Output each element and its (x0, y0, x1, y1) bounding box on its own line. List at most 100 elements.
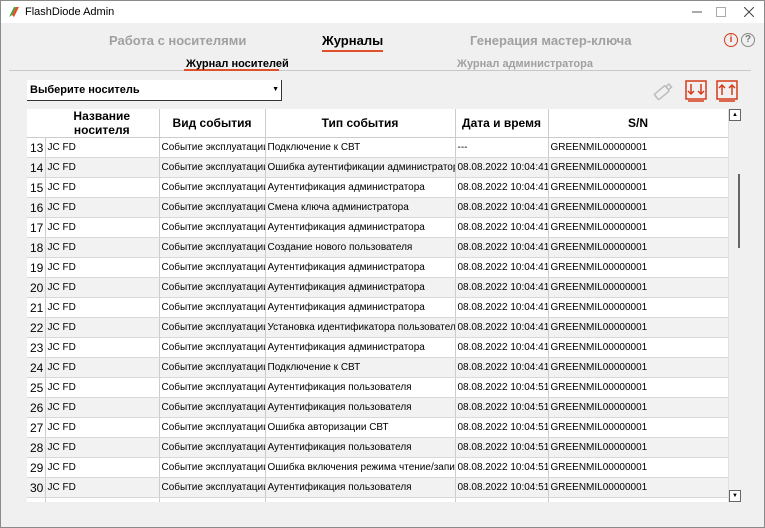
scroll-down-button[interactable]: ▼ (729, 490, 741, 502)
serial-cell: GREENMIL00000001 (548, 197, 729, 218)
table-row[interactable]: 19 JC FD Событие эксплуатации Аутентификаци… (27, 257, 729, 278)
row-index: 25 (27, 377, 46, 398)
datetime-cell: 08.08.2022 10:04:41 (455, 257, 549, 278)
event-type-cell: Подключение к СВТ (265, 357, 456, 378)
table-row[interactable]: 28 JC FD Событие эксплуатации Аутентификаци… (27, 437, 729, 458)
event-kind-cell: Событие эксплуатации (159, 497, 266, 502)
datetime-cell: 08.08.2022 10:04:41 (455, 297, 549, 318)
serial-cell: GREENMIL00000001 (548, 177, 729, 198)
tab-media-log[interactable]: Журнал носителей (186, 58, 289, 70)
event-type-cell: Смена ключа администратора (265, 197, 456, 218)
col-header-carrier-name[interactable]: Название носителя (45, 109, 160, 138)
table-row[interactable]: 18 JC FD Событие эксплуатации Создание ново… (27, 237, 729, 258)
event-type-cell: Подключение к СВТ (265, 137, 456, 158)
help-button[interactable]: ? (741, 33, 755, 47)
row-index: 21 (27, 297, 46, 318)
tab-master-key[interactable]: Генерация мастер-ключа (470, 33, 631, 48)
datetime-cell: 08.08.2022 10:04:51 (455, 437, 549, 458)
col-header-serial[interactable]: S/N (548, 109, 729, 138)
serial-cell: GREENMIL00000001 (548, 317, 729, 338)
row-index: 19 (27, 257, 46, 278)
scroll-thumb[interactable] (738, 174, 740, 248)
tab-admin-log[interactable]: Журнал администратора (457, 58, 593, 70)
close-icon (744, 7, 754, 17)
serial-cell: GREENMIL00000001 (548, 437, 729, 458)
table-row[interactable]: 21 JC FD Событие эксплуатации Аутентификаци… (27, 297, 729, 318)
carrier-name-cell: JC FD (45, 317, 160, 338)
table-row[interactable]: 24 JC FD Событие эксплуатации Подключение к… (27, 357, 729, 378)
serial-cell: GREENMIL00000001 (548, 417, 729, 438)
event-kind-cell: Событие эксплуатации (159, 137, 266, 158)
table-row[interactable]: 23 JC FD Событие эксплуатации Аутентификаци… (27, 337, 729, 358)
table-row[interactable]: 27 JC FD Событие эксплуатации Ошибка автори… (27, 417, 729, 438)
table-header-row: Название носителя Вид события Тип событи… (27, 109, 729, 138)
serial-cell: GREENMIL00000001 (548, 297, 729, 318)
event-type-cell: Аутентификация пользователя (265, 497, 456, 502)
subtab-divider (9, 70, 751, 71)
table-row[interactable]: 25 JC FD Событие эксплуатации Аутентификаци… (27, 377, 729, 398)
row-index: 15 (27, 177, 46, 198)
col-header-datetime[interactable]: Дата и время (455, 109, 549, 138)
table-row[interactable]: 22 JC FD Событие эксплуатации Установка иде… (27, 317, 729, 338)
table-row[interactable]: 13 JC FD Событие эксплуатации Подключение к… (27, 137, 729, 158)
table-row[interactable]: 14 JC FD Событие эксплуатации Ошибка аутент… (27, 157, 729, 178)
event-type-cell: Создание нового пользователя (265, 237, 456, 258)
scroll-up-button[interactable]: ▲ (729, 109, 741, 121)
table-row[interactable]: 26 JC FD Событие эксплуатации Аутентификаци… (27, 397, 729, 418)
col-header-event-kind[interactable]: Вид события (159, 109, 266, 138)
event-type-cell: Аутентификация администратора (265, 217, 456, 238)
row-index: 31 (27, 497, 46, 502)
edit-usb-icon[interactable] (651, 79, 675, 103)
event-kind-cell: Событие эксплуатации (159, 397, 266, 418)
carrier-name-cell: JC FD (45, 257, 160, 278)
row-index: 14 (27, 157, 46, 178)
row-index: 30 (27, 477, 46, 498)
table-row[interactable]: 31JC FDСобытие эксплуатацииАутентификаци… (27, 497, 729, 502)
events-table[interactable]: Название носителя Вид события Тип событи… (27, 109, 741, 502)
window-title: FlashDiode Admin (25, 6, 115, 18)
row-index: 27 (27, 417, 46, 438)
table-row[interactable]: 29 JC FD Событие эксплуатации Ошибка включе… (27, 457, 729, 478)
dropdown-arrow-icon: ▼ (272, 86, 279, 93)
info-button[interactable]: i (724, 33, 738, 47)
datetime-cell: 08.08.2022 10:04:51 (455, 457, 549, 478)
maximize-icon (716, 7, 726, 17)
table-row[interactable]: 17 JC FD Событие эксплуатации Аутентификаци… (27, 217, 729, 238)
export-log-icon[interactable] (715, 79, 739, 103)
event-type-cell: Аутентификация администратора (265, 177, 456, 198)
table-scrollbar[interactable]: ▲ ▼ (728, 109, 741, 502)
row-index: 20 (27, 277, 46, 298)
tab-media[interactable]: Работа с носителями (109, 33, 246, 48)
title-bar: FlashDiode Admin (1, 1, 764, 23)
serial-cell: GREENMIL00000001 (548, 257, 729, 278)
event-kind-cell: Событие эксплуатации (159, 417, 266, 438)
table-row[interactable]: 20 JC FD Событие эксплуатации Аутентификаци… (27, 277, 729, 298)
datetime-cell: 08.08.2022 10:04:51 (455, 377, 549, 398)
event-kind-cell: Событие эксплуатации (159, 477, 266, 498)
carrier-select-value: Выберите носитель (30, 84, 140, 96)
carrier-name-cell: JC FD (45, 177, 160, 198)
datetime-cell: 08.08.2022 10:04:41 (455, 277, 549, 298)
datetime-cell: 08.08.2022 10:04:41 (455, 217, 549, 238)
carrier-name-cell: JC FD (45, 157, 160, 178)
table-row[interactable]: 30 JC FD Событие эксплуатации Аутентификаци… (27, 477, 729, 498)
event-kind-cell: Событие эксплуатации (159, 337, 266, 358)
flashdiode-logo-icon (9, 7, 19, 17)
row-index: 23 (27, 337, 46, 358)
event-kind-cell: Событие эксплуатации (159, 177, 266, 198)
import-log-icon[interactable] (684, 79, 708, 103)
table-row[interactable]: 15 JC FD Событие эксплуатации Аутентификаци… (27, 177, 729, 198)
tab-logs[interactable]: Журналы (322, 33, 384, 52)
carrier-select[interactable]: Выберите носитель ▼ (27, 80, 282, 101)
row-index: 16 (27, 197, 46, 218)
event-type-cell: Аутентификация администратора (265, 277, 456, 298)
event-kind-cell: Событие эксплуатации (159, 157, 266, 178)
carrier-name-cell: JC FD (45, 297, 160, 318)
datetime-cell: --- (455, 137, 549, 158)
close-button[interactable] (726, 1, 764, 23)
event-kind-cell: Событие эксплуатации (159, 457, 266, 478)
row-index: 18 (27, 237, 46, 258)
carrier-name-cell: JC FD (45, 457, 160, 478)
col-header-event-type[interactable]: Тип события (265, 109, 456, 138)
table-row[interactable]: 16 JC FD Событие эксплуатации Смена ключа а… (27, 197, 729, 218)
